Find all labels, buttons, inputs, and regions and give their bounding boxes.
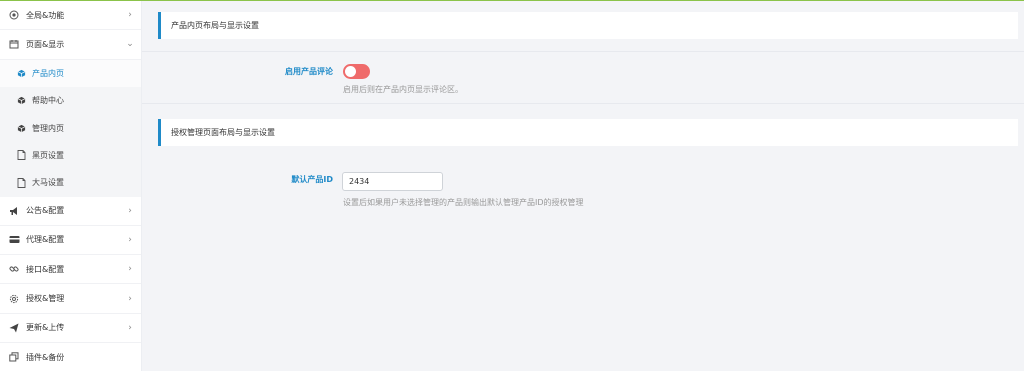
file-icon	[16, 177, 26, 188]
sidebar: 全局&功能 › 页面&显示 ⌄ 产品内页 帮助中心 管理内页 黑页设置 大马设置…	[0, 1, 142, 371]
sidebar-item-label: 插件&备份	[26, 352, 65, 362]
settings-icon	[8, 293, 20, 305]
section-title: 授权管理页面布局与显示设置	[171, 128, 275, 137]
cube-icon	[16, 68, 26, 78]
sidebar-item-pages[interactable]: 页面&显示 ⌄	[0, 30, 141, 60]
sidebar-item-label: 公告&配置	[26, 206, 65, 216]
cube-icon	[16, 123, 26, 133]
sidebar-item-license[interactable]: 授权&管理 ›	[0, 284, 141, 314]
sidebar-item-label: 页面&显示	[26, 39, 65, 49]
sidebar-item-plugins[interactable]: 插件&备份	[0, 343, 141, 371]
chevron-right-icon: ›	[128, 10, 132, 21]
section-header-auth: 授权管理页面布局与显示设置	[158, 119, 1018, 146]
sidebar-subitem-label: 帮助中心	[32, 96, 64, 106]
chevron-right-icon: ›	[128, 293, 132, 304]
field-hint: 设置后如果用户未选择管理的产品则输出默认管理产品ID的授权管理	[343, 198, 584, 207]
sidebar-subitem-help-center[interactable]: 帮助中心	[0, 86, 141, 115]
section-title: 产品内页布局与显示设置	[171, 21, 259, 30]
field-label-default-product-id: 默认产品ID	[291, 175, 333, 184]
sidebar-subitem-black-page[interactable]: 黑页设置	[0, 141, 141, 170]
toggle-knob	[345, 66, 356, 77]
sidebar-item-announcements[interactable]: 公告&配置 ›	[0, 197, 141, 226]
divider	[142, 103, 1024, 104]
field-label-enable-comments: 启用产品评论	[285, 67, 333, 76]
sidebar-item-agents[interactable]: 代理&配置 ›	[0, 226, 141, 256]
calendar-icon	[8, 38, 20, 50]
globe-icon	[8, 9, 20, 21]
sidebar-subitem-webshell[interactable]: 大马设置	[0, 169, 141, 197]
field-hint: 启用后则在产品内页显示评论区。	[343, 85, 463, 94]
chevron-right-icon: ›	[128, 322, 132, 333]
section-header-product: 产品内页布局与显示设置	[158, 12, 1018, 39]
cube-icon	[16, 96, 26, 106]
megaphone-icon	[8, 205, 20, 217]
send-icon	[8, 322, 20, 334]
divider	[142, 51, 1024, 52]
sidebar-subitem-label: 黑页设置	[32, 150, 64, 160]
sidebar-subitem-product-page[interactable]: 产品内页	[0, 59, 141, 87]
sidebar-item-label: 更新&上传	[26, 323, 65, 333]
sidebar-item-update[interactable]: 更新&上传 ›	[0, 314, 141, 344]
sidebar-item-label: 全局&功能	[26, 10, 65, 20]
sidebar-subitem-label: 大马设置	[32, 178, 64, 188]
link-icon	[8, 263, 20, 275]
card-icon	[8, 234, 20, 246]
chevron-down-icon: ⌄	[126, 39, 134, 50]
sidebar-subitem-admin-page[interactable]: 管理内页	[0, 114, 141, 142]
chevron-right-icon: ›	[128, 205, 132, 216]
chevron-right-icon: ›	[128, 234, 132, 245]
chevron-right-icon: ›	[128, 264, 132, 275]
sidebar-item-label: 接口&配置	[26, 264, 65, 274]
enable-comments-toggle[interactable]	[343, 64, 370, 79]
sidebar-item-label: 代理&配置	[26, 235, 65, 245]
sidebar-subitem-label: 管理内页	[32, 123, 64, 133]
file-icon	[16, 150, 26, 161]
top-accent-line	[0, 0, 1024, 1]
default-product-id-input[interactable]	[342, 172, 443, 191]
sidebar-subitem-label: 产品内页	[32, 68, 64, 78]
sidebar-item-api[interactable]: 接口&配置 ›	[0, 255, 141, 285]
sidebar-item-global[interactable]: 全局&功能 ›	[0, 1, 141, 31]
sidebar-item-label: 授权&管理	[26, 294, 65, 304]
copy-icon	[8, 351, 20, 363]
